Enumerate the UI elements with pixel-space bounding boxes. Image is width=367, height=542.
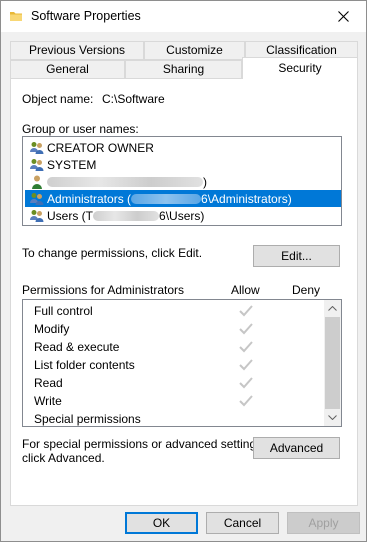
check-icon bbox=[239, 377, 253, 389]
special-permissions-hint-line2: click Advanced. bbox=[22, 451, 105, 465]
deny-column-header: Deny bbox=[292, 283, 321, 297]
redacted-text bbox=[131, 193, 202, 204]
permissions-header: Permissions for Administrators Allow Den… bbox=[22, 283, 342, 299]
group-user-names-label: Group or user names: bbox=[22, 122, 139, 136]
allow-column-header: Allow bbox=[231, 283, 260, 297]
cancel-button[interactable]: Cancel bbox=[206, 512, 279, 534]
permission-row: Write bbox=[34, 392, 324, 410]
check-icon bbox=[239, 305, 253, 317]
list-item[interactable]: ) bbox=[25, 173, 341, 190]
check-icon bbox=[239, 341, 253, 353]
object-name-label: Object name: bbox=[22, 92, 94, 106]
ok-button[interactable]: OK bbox=[125, 512, 198, 534]
group-user-listbox[interactable]: CREATOR OWNER SYSTEM ) Administrators (… bbox=[22, 136, 342, 226]
permission-name: List folder contents bbox=[34, 358, 135, 372]
advanced-button[interactable]: Advanced bbox=[253, 437, 340, 459]
edit-button[interactable]: Edit... bbox=[253, 245, 340, 267]
chevron-up-icon bbox=[328, 306, 337, 311]
permissions-for-label: Permissions for Administrators bbox=[22, 283, 185, 297]
list-item-selected[interactable]: Administrators ( 6\Administrators) bbox=[25, 190, 341, 207]
users-group-icon bbox=[30, 141, 44, 154]
object-name-value: C:\Software bbox=[102, 92, 165, 106]
list-item[interactable]: CREATOR OWNER bbox=[25, 139, 341, 156]
redacted-text bbox=[47, 176, 203, 187]
user-name: Users ( bbox=[47, 208, 86, 223]
list-item[interactable]: Users ( T 6\Users) bbox=[25, 207, 341, 224]
properties-dialog: Software Properties Previous Versions Cu… bbox=[0, 0, 367, 542]
permission-name: Modify bbox=[34, 322, 70, 336]
check-icon bbox=[239, 359, 253, 371]
check-icon bbox=[239, 323, 253, 335]
check-icon bbox=[239, 395, 253, 407]
permission-name: Write bbox=[34, 394, 62, 408]
change-permissions-hint: To change permissions, click Edit. bbox=[22, 246, 203, 260]
user-name: CREATOR OWNER bbox=[47, 140, 154, 155]
permission-row: Special permissions bbox=[34, 410, 324, 428]
permissions-list[interactable]: Full control Modify Read & execute List … bbox=[22, 299, 342, 427]
permission-row: Full control bbox=[34, 302, 324, 320]
scroll-down-button[interactable] bbox=[324, 409, 341, 426]
apply-button[interactable]: Apply bbox=[287, 512, 360, 534]
permission-name: Read & execute bbox=[34, 340, 120, 354]
permission-row: List folder contents bbox=[34, 356, 324, 374]
user-name: Administrators ( bbox=[47, 191, 132, 206]
user-name: SYSTEM bbox=[47, 157, 97, 172]
permission-name: Read bbox=[34, 376, 63, 390]
permission-row: Modify bbox=[34, 320, 324, 338]
chevron-down-icon bbox=[328, 415, 337, 420]
user-name-tail: T bbox=[85, 208, 94, 223]
list-item[interactable]: SYSTEM bbox=[25, 156, 341, 173]
user-name-suffix: 6\Users) bbox=[159, 208, 205, 223]
redacted-text bbox=[93, 210, 160, 221]
users-group-icon bbox=[30, 192, 44, 205]
scroll-up-button[interactable] bbox=[324, 300, 341, 317]
permission-row: Read & execute bbox=[34, 338, 324, 356]
users-group-icon bbox=[30, 209, 44, 222]
permission-name: Full control bbox=[34, 304, 93, 318]
permission-name: Special permissions bbox=[34, 412, 141, 426]
users-group-icon bbox=[30, 158, 44, 171]
user-icon bbox=[32, 175, 42, 189]
scroll-thumb[interactable] bbox=[325, 317, 340, 409]
special-permissions-hint-line1: For special permissions or advanced sett… bbox=[22, 437, 266, 451]
permissions-scrollbar[interactable] bbox=[324, 300, 341, 426]
permission-row: Read bbox=[34, 374, 324, 392]
user-name-suffix: ) bbox=[203, 174, 207, 189]
user-name-suffix: 6\Administrators) bbox=[201, 191, 292, 206]
